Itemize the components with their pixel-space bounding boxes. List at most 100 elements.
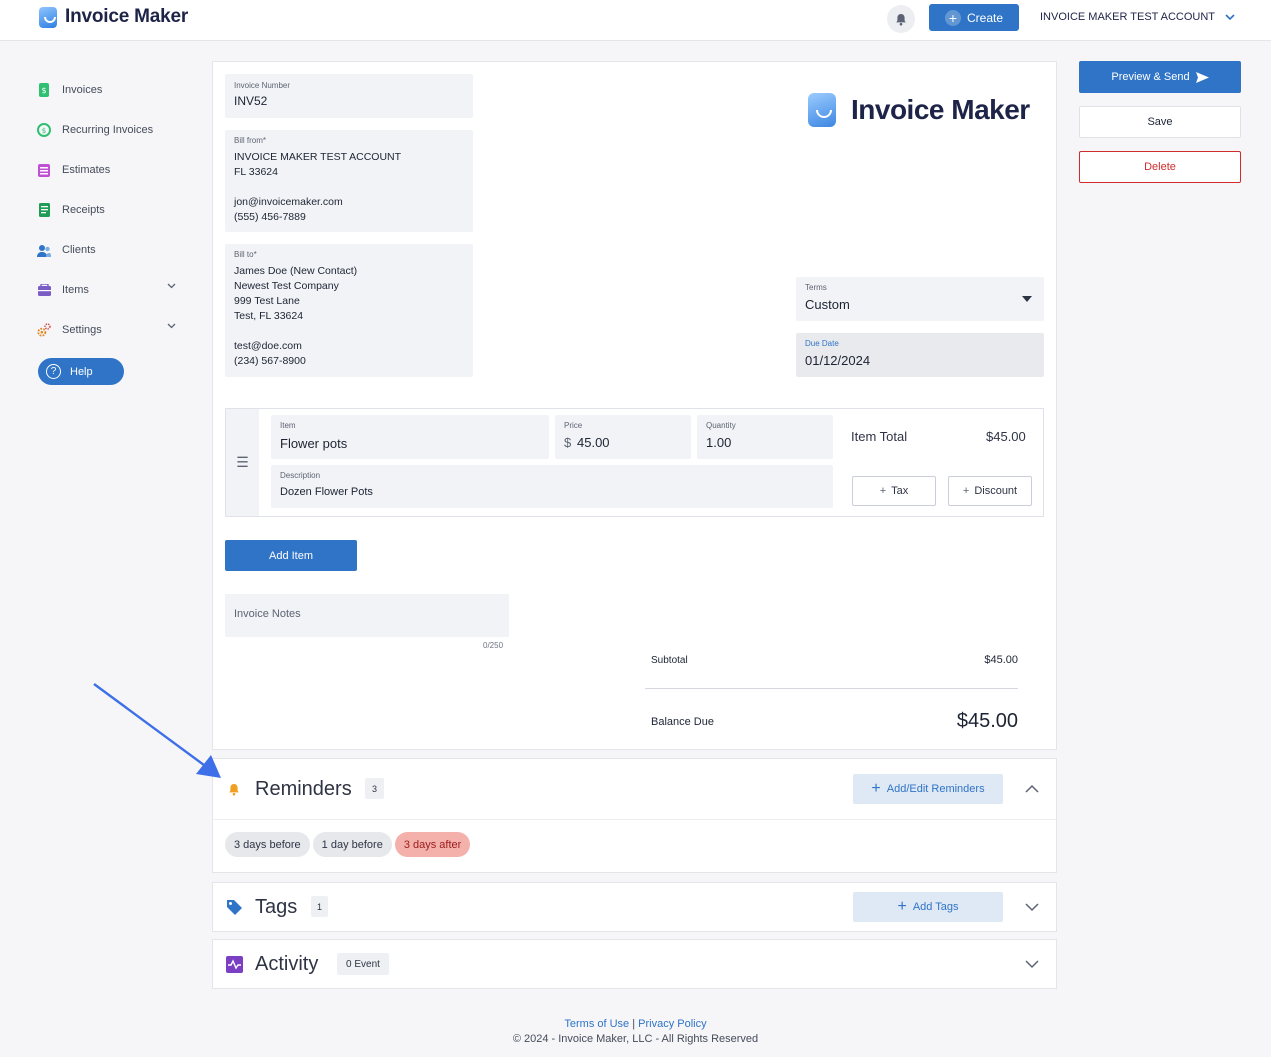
tag-icon [227, 900, 242, 915]
invoice-editor: Invoice Number INV52 Bill from* INVOICE … [212, 61, 1057, 750]
invoice-notes-input[interactable]: Invoice Notes [225, 594, 509, 637]
reminder-pill[interactable]: 3 days before [225, 832, 310, 857]
bill-to-text: James Doe (New Contact) Newest Test Comp… [234, 264, 357, 369]
add-tags-label: Add Tags [912, 901, 959, 913]
sidebar-item-receipts[interactable]: Receipts [34, 190, 184, 230]
plus-icon: + [879, 485, 887, 497]
field-label: Bill from* [234, 136, 267, 145]
top-bar: Invoice Maker + Create INVOICE MAKER TES… [0, 0, 1271, 41]
delete-button[interactable]: Delete [1079, 151, 1241, 183]
terms-of-use-link[interactable]: Terms of Use [564, 1018, 629, 1030]
due-date-field[interactable]: Due Date 01/12/2024 [796, 333, 1044, 377]
bill-from-line: FL 33624 [234, 166, 278, 178]
save-button[interactable]: Save [1079, 106, 1241, 138]
logo-text: Invoice Maker [851, 94, 1030, 125]
receipts-icon [37, 203, 51, 217]
add-discount-button[interactable]: + Discount [948, 476, 1032, 506]
sidebar-item-items[interactable]: Items [34, 270, 184, 310]
reminder-pills: 3 days before 1 day before 3 days after [225, 832, 473, 857]
reminders-count-badge: 3 [365, 778, 384, 799]
items-icon [37, 283, 51, 297]
bill-to-line: Newest Test Company [234, 280, 339, 292]
chevron-down-icon[interactable] [167, 323, 176, 329]
chevron-down-icon[interactable] [167, 283, 176, 289]
plus-icon: + [897, 898, 907, 915]
field-label: Bill to* [234, 250, 257, 259]
sidebar-item-settings[interactable]: Settings [34, 310, 184, 350]
bill-to-line: 999 Test Lane [234, 295, 300, 307]
due-date-value: 01/12/2024 [805, 353, 871, 368]
help-button[interactable]: ? Help [38, 358, 124, 385]
bill-from-line: INVOICE MAKER TEST ACCOUNT [234, 151, 402, 163]
copyright-text: © 2024 - Invoice Maker, LLC - All Rights… [512, 1033, 759, 1045]
quantity-value: 1.00 [706, 435, 732, 450]
plus-icon: + [944, 9, 961, 26]
add-tax-button[interactable]: + Tax [852, 476, 936, 506]
create-button[interactable]: + Create [929, 4, 1019, 31]
field-label: Terms [805, 283, 827, 292]
bill-to-field[interactable]: Bill to* James Doe (New Contact) Newest … [225, 244, 473, 377]
sidebar-item-label: Clients [62, 244, 96, 256]
notifications-button[interactable] [887, 5, 915, 33]
drag-handle-icon[interactable]: ☰ [226, 409, 259, 516]
account-menu[interactable]: INVOICE MAKER TEST ACCOUNT [1040, 11, 1235, 23]
add-edit-reminders-button[interactable]: + Add/Edit Reminders [853, 774, 1003, 804]
activity-icon [226, 956, 243, 973]
currency-symbol: $ [564, 435, 572, 450]
description-value: Dozen Flower Pots [280, 486, 373, 498]
sidebar-item-invoices[interactable]: $ Invoices [34, 70, 184, 110]
bill-from-field[interactable]: Bill from* INVOICE MAKER TEST ACCOUNT FL… [225, 130, 473, 232]
add-tags-button[interactable]: + Add Tags [853, 892, 1003, 922]
add-item-button[interactable]: Add Item [225, 540, 357, 571]
chevron-down-icon[interactable] [1025, 903, 1039, 912]
brand[interactable]: Invoice Maker [39, 6, 188, 28]
subtotal-value: $45.00 [984, 654, 1018, 666]
invoice-number-field[interactable]: Invoice Number INV52 [225, 74, 473, 118]
company-logo[interactable]: Invoice Maker [808, 93, 1030, 127]
sidebar-item-label: Estimates [62, 164, 111, 176]
estimates-icon [37, 163, 51, 177]
terms-select[interactable]: Terms Custom [796, 277, 1044, 321]
sidebar-item-clients[interactable]: Clients [34, 230, 184, 270]
item-total-value: $45.00 [986, 429, 1026, 444]
bill-to-line: (234) 567-8900 [234, 355, 306, 367]
field-label: Invoice Number [234, 81, 291, 90]
preview-send-button[interactable]: Preview & Send [1079, 61, 1241, 93]
reminders-panel: Reminders 3 + Add/Edit Reminders 3 days … [212, 758, 1057, 873]
sidebar-item-label: Settings [62, 324, 102, 336]
field-label: Item [280, 421, 296, 430]
caret-down-icon [1022, 296, 1032, 302]
activity-count-badge: 0 Event [337, 953, 389, 975]
footer: Terms of Use | Privacy Policy © 2024 - I… [0, 1017, 1271, 1047]
notes-char-count: 0/250 [483, 641, 504, 650]
item-total-label: Item Total [851, 429, 908, 444]
sidebar-item-label: Receipts [62, 204, 105, 216]
summary-divider [645, 688, 1018, 689]
brand-name: Invoice Maker [65, 6, 189, 27]
sidebar-item-estimates[interactable]: Estimates [34, 150, 184, 190]
bill-to-line [234, 324, 357, 339]
sidebar-item-recurring-invoices[interactable]: $ Recurring Invoices [34, 110, 184, 150]
price-field[interactable]: Price $ 45.00 [555, 415, 691, 459]
privacy-policy-link[interactable]: Privacy Policy [638, 1018, 706, 1030]
field-label: Description [280, 471, 321, 480]
bill-to-line: James Doe (New Contact) [234, 265, 358, 277]
clients-icon [37, 243, 51, 257]
chevron-down-icon[interactable] [1025, 960, 1039, 969]
subtotal-label: Subtotal [651, 655, 688, 666]
item-name-field[interactable]: Item Flower pots [271, 415, 549, 459]
logo-icon [808, 93, 836, 127]
reminder-pill[interactable]: 1 day before [312, 832, 392, 857]
chevron-up-icon[interactable] [1025, 784, 1039, 793]
bill-from-line: jon@invoicemaker.com [234, 196, 343, 208]
quantity-field[interactable]: Quantity 1.00 [697, 415, 833, 459]
sidebar-item-label: Recurring Invoices [62, 124, 154, 136]
help-label: Help [70, 365, 93, 378]
bill-from-line: (555) 456-7889 [234, 211, 306, 223]
chevron-down-icon [1225, 13, 1235, 20]
bill-to-line: test@doe.com [234, 340, 302, 352]
description-field[interactable]: Description Dozen Flower Pots [271, 465, 833, 508]
field-label: Due Date [805, 339, 839, 348]
reminder-pill[interactable]: 3 days after [394, 832, 471, 857]
bill-to-line: Test, FL 33624 [234, 310, 304, 322]
